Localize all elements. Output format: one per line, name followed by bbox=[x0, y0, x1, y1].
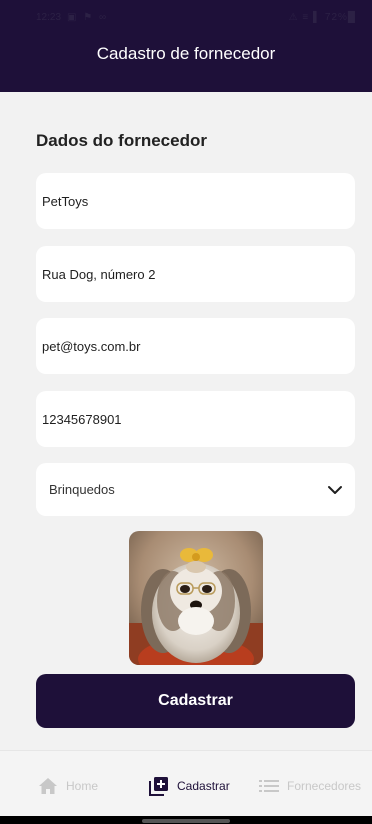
dog-photo-image bbox=[129, 531, 263, 665]
bottom-nav: Home Cadastrar Fornecedores bbox=[0, 750, 372, 819]
submit-button[interactable]: Cadastrar bbox=[36, 674, 355, 728]
nav-item-label: Home bbox=[66, 779, 99, 793]
supplier-email-value: pet@toys.com.br bbox=[42, 338, 141, 354]
nav-item-fornecedores[interactable]: Fornecedores bbox=[259, 777, 361, 795]
chevron-down-icon bbox=[328, 485, 342, 494]
nav-item-label: Cadastrar bbox=[177, 779, 230, 793]
category-select[interactable]: Brinquedos bbox=[36, 463, 355, 516]
category-selected-value: Brinquedos bbox=[49, 482, 115, 497]
supplier-photo[interactable] bbox=[129, 531, 263, 665]
list-icon bbox=[259, 780, 279, 792]
notification-icons: ▣ ⚑ ∞ bbox=[67, 12, 109, 23]
nav-item-home[interactable]: Home bbox=[38, 777, 98, 795]
page-title: Cadastro de fornecedor bbox=[96, 44, 276, 63]
add-box-icon bbox=[149, 777, 168, 796]
supplier-name-value: PetToys bbox=[42, 193, 89, 209]
supplier-email-input[interactable]: pet@toys.com.br bbox=[36, 318, 355, 374]
supplier-address-value: Rua Dog, número 2 bbox=[42, 266, 156, 282]
status-bar: 12:23 ▣ ⚑ ∞ ⚠ ≡ ▌ 72%█ bbox=[0, 12, 372, 26]
status-time: 12:23 bbox=[36, 12, 62, 23]
nav-item-label: Fornecedores bbox=[287, 779, 362, 793]
app-screen: 12:23 ▣ ⚑ ∞ ⚠ ≡ ▌ 72%█ Cadastro de forne… bbox=[0, 0, 372, 824]
system-gesture-bar bbox=[0, 816, 372, 824]
supplier-document-value: 12345678901 bbox=[42, 411, 122, 427]
app-header: 12:23 ▣ ⚑ ∞ ⚠ ≡ ▌ 72%█ Cadastro de forne… bbox=[0, 0, 372, 92]
section-title: Dados do fornecedor bbox=[36, 131, 207, 150]
status-indicators: ⚠ ≡ ▌ 72%█ bbox=[288, 12, 356, 23]
supplier-name-input[interactable]: PetToys bbox=[36, 173, 355, 229]
supplier-address-input[interactable]: Rua Dog, número 2 bbox=[36, 246, 355, 302]
home-icon bbox=[39, 778, 57, 794]
supplier-document-input[interactable]: 12345678901 bbox=[36, 391, 355, 447]
nav-item-cadastrar[interactable]: Cadastrar bbox=[149, 777, 230, 796]
gesture-handle[interactable] bbox=[142, 819, 230, 823]
